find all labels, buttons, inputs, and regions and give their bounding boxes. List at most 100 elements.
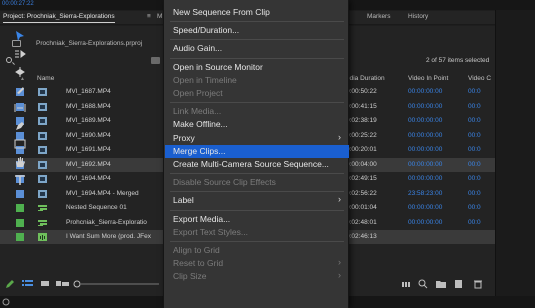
timecode-display: 00:00:27:22 [2, 1, 34, 7]
zoom-slider[interactable] [73, 279, 161, 289]
menu-item-proxy[interactable]: Proxy [173, 133, 195, 143]
media-duration: 0:00:50:22 [346, 88, 377, 95]
hand-tool-icon[interactable] [14, 156, 26, 168]
menu-item-clip-size: Clip Size [173, 271, 207, 282]
media-duration: 0:00:41:15 [346, 102, 377, 110]
slip-tool-icon[interactable] [14, 102, 26, 114]
video-c-value: 00:0 [468, 218, 481, 226]
video-in-point: 00:00:00:00 [408, 117, 443, 124]
video-in-point: 00:00:00:00 [408, 146, 443, 153]
context-menu: New Sequence From Clip Speed/Duration... A… [163, 0, 349, 308]
clip-name: MVI_1694.MP4 [66, 175, 111, 182]
column-header-media-duration[interactable]: edia Duration [346, 75, 385, 82]
track-select-tool-icon[interactable] [14, 48, 26, 60]
media-duration: 0:00:25:22 [346, 131, 377, 139]
menu-item-make-offline[interactable]: Make Offline... [173, 119, 228, 129]
project-panel-menu-icon[interactable]: ≡ [147, 13, 151, 20]
video-c-value: 00:0 [468, 102, 481, 110]
pen-tool-icon[interactable] [14, 120, 26, 132]
menu-item-link-media: Link Media... [173, 106, 222, 117]
tab-project[interactable]: Project: Prochniak_Sierra-Explorations [3, 13, 115, 23]
video-in-point: 23:58:23:00 [408, 189, 443, 197]
video-in-point: 00:00:00:00 [408, 102, 443, 110]
status-icon [2, 298, 10, 306]
clip-name: MVI_1691.MP4 [66, 146, 111, 153]
selection-count: 2 of 57 items selected [426, 57, 490, 64]
automate-to-sequence-icon[interactable] [401, 279, 411, 289]
rectangle-tool-icon[interactable] [14, 138, 26, 150]
menu-separator [170, 57, 344, 59]
clip-name: I Want Sum More (prod. JFex [66, 233, 152, 240]
clip-name: MVI_1694.MP4 - Merged [66, 189, 139, 197]
video-c-value: 00:0 [468, 204, 481, 211]
submenu-chevron-icon: › [338, 257, 341, 268]
media-duration: 0:02:49:15 [346, 175, 377, 182]
menu-item-create-multi-camera-source-sequence[interactable]: Create Multi-Camera Source Sequence... [173, 159, 329, 169]
video-c-value: 00:0 [468, 146, 481, 153]
label-color-swatch[interactable] [16, 189, 24, 198]
new-bin-from-search-icon[interactable] [151, 57, 160, 64]
freeform-view-icon[interactable] [56, 279, 70, 289]
new-bin-icon[interactable] [436, 279, 446, 289]
clip-name: MVI_1692.MP4 [66, 160, 111, 168]
column-header-name[interactable]: Name [37, 75, 54, 82]
media-duration: 0:00:01:04 [346, 204, 377, 211]
menu-item-speed-duration[interactable]: Speed/Duration... [173, 25, 239, 35]
media-duration: 0:02:46:13 [346, 233, 377, 240]
selection-tool-icon[interactable] [14, 30, 26, 42]
submenu-chevron-icon: › [338, 194, 341, 205]
razor-tool-icon[interactable] [14, 84, 26, 96]
search-input[interactable] [4, 56, 160, 66]
video-clip-icon [38, 131, 47, 140]
clip-name: Prohcniak_Sierra-Exploratio [66, 218, 147, 226]
menu-item-open-in-source-monitor[interactable]: Open in Source Monitor [173, 62, 263, 72]
label-color-swatch[interactable] [16, 233, 24, 241]
video-in-point: 00:00:00:00 [408, 218, 443, 226]
submenu-chevron-icon: › [338, 270, 341, 281]
media-duration: 0:02:38:19 [346, 117, 377, 124]
menu-separator [170, 209, 344, 211]
clip-name: MVI_1687.MP4 [66, 88, 111, 95]
menu-item-audio-gain[interactable]: Audio Gain... [173, 43, 222, 53]
video-c-value: 00:0 [468, 189, 481, 197]
icon-view-icon[interactable] [40, 279, 50, 289]
video-clip-icon [38, 88, 47, 96]
tab-markers[interactable]: Markers [367, 13, 390, 20]
menu-item-label[interactable]: Label [173, 195, 194, 205]
menu-item-merge-clips[interactable]: Merge Clips... [173, 146, 225, 156]
column-header-video-in-point[interactable]: Video In Point [408, 75, 448, 82]
video-clip-icon [38, 146, 47, 154]
clip-name: Nested Sequence 01 [66, 204, 127, 211]
clip-name: MVI_1690.MP4 [66, 131, 111, 139]
menu-item-export-media[interactable]: Export Media... [173, 214, 230, 224]
label-color-swatch[interactable] [16, 218, 24, 227]
pencil-icon[interactable] [5, 279, 15, 289]
sequence-icon [38, 205, 47, 211]
column-header-video-c[interactable]: Video C [468, 75, 491, 82]
menu-item-export-text-styles: Export Text Styles... [173, 226, 248, 237]
menu-separator [170, 241, 344, 242]
media-duration: 0:00:04:00 [346, 160, 377, 168]
video-c-value: 00:0 [468, 88, 481, 95]
video-c-value: 00:0 [468, 160, 481, 168]
trash-icon[interactable] [473, 279, 483, 289]
media-duration: 0:00:20:01 [346, 146, 377, 153]
label-color-swatch[interactable] [16, 204, 24, 212]
tab-m[interactable]: M [157, 13, 162, 20]
video-clip-icon [38, 102, 47, 111]
menu-item-align-to-grid: Align to Grid [173, 245, 220, 255]
menu-item-new-sequence-from-clip[interactable]: New Sequence From Clip [173, 7, 270, 17]
tab-history[interactable]: History [408, 13, 428, 20]
find-icon[interactable] [418, 279, 428, 289]
menu-separator [170, 102, 344, 104]
video-in-point: 00:00:00:00 [408, 160, 443, 168]
ripple-edit-tool-icon[interactable] [14, 66, 26, 78]
menu-item-reset-to-grid: Reset to Grid [173, 258, 224, 269]
type-tool-icon[interactable] [14, 174, 26, 186]
audio-clip-icon [38, 233, 47, 241]
list-view-icon[interactable] [22, 279, 33, 289]
menu-item-open-in-timeline: Open in Timeline [173, 74, 237, 85]
new-item-icon[interactable] [454, 279, 464, 289]
sequence-icon [38, 219, 47, 226]
menu-item-open-project: Open Project [173, 88, 223, 98]
